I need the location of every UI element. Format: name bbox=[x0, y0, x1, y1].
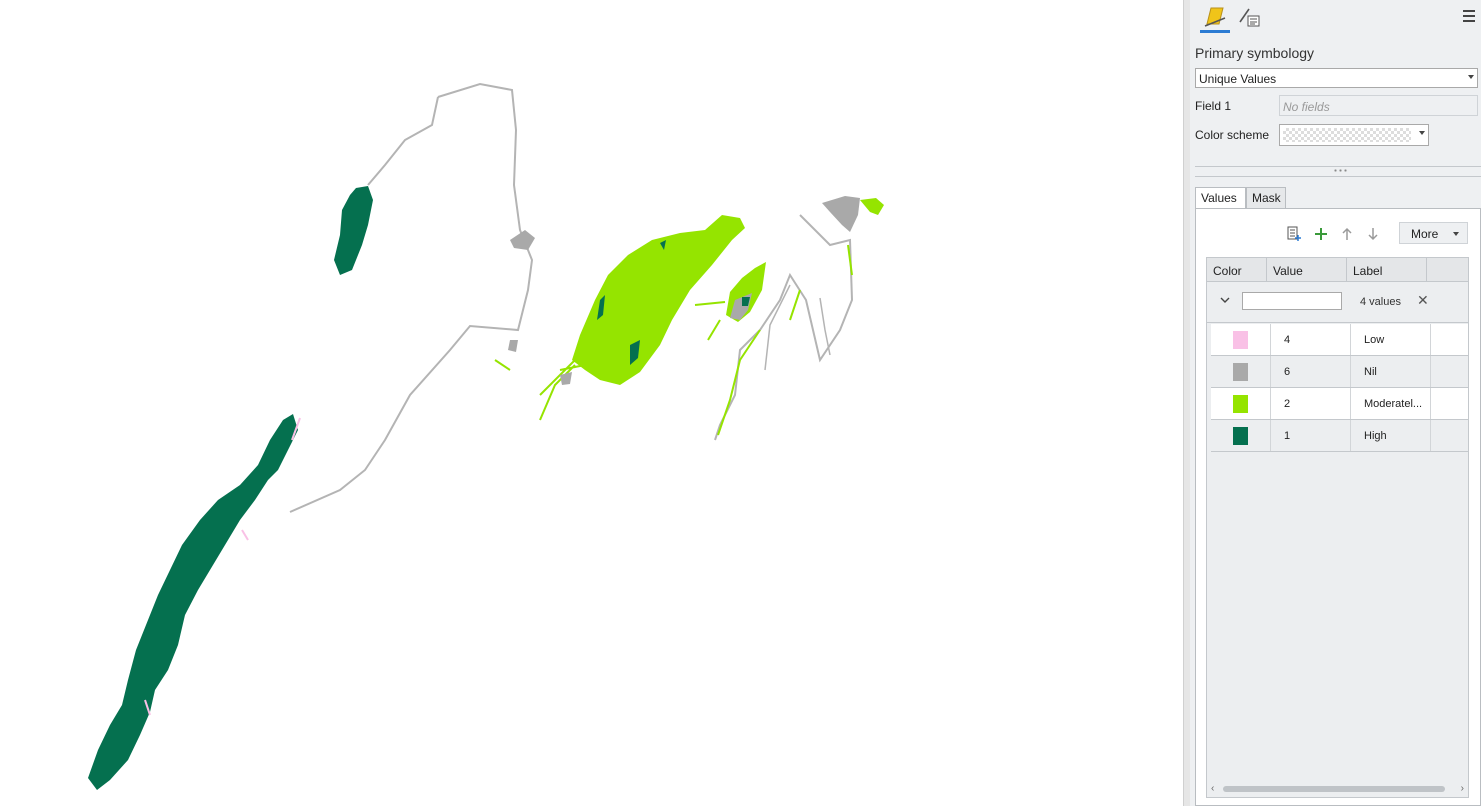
map-polygon-nil[interactable] bbox=[510, 230, 535, 250]
header-extra bbox=[1427, 258, 1468, 281]
row-label: High bbox=[1364, 430, 1387, 442]
tab-primary-symbology[interactable] bbox=[1200, 2, 1230, 33]
move-down-button[interactable] bbox=[1364, 225, 1382, 243]
renderer-value: Unique Values bbox=[1199, 72, 1277, 86]
color-swatch[interactable] bbox=[1233, 427, 1248, 445]
group-row: 4 values ✕ bbox=[1207, 282, 1468, 323]
chevron-down-icon[interactable] bbox=[1220, 296, 1230, 304]
map-polygon-moderate[interactable] bbox=[860, 198, 884, 215]
row-value: 2 bbox=[1284, 398, 1291, 410]
header-color[interactable]: Color bbox=[1207, 258, 1267, 281]
add-all-values-button[interactable] bbox=[1285, 225, 1303, 243]
map-polygon-high[interactable] bbox=[88, 414, 298, 790]
horizontal-scrollbar[interactable]: ‹ › bbox=[1207, 780, 1468, 797]
color-scheme-dropdown[interactable] bbox=[1279, 124, 1429, 146]
primary-symbology-title: Primary symbology bbox=[1195, 45, 1315, 61]
color-swatch[interactable] bbox=[1233, 363, 1248, 381]
row-value: 4 bbox=[1284, 334, 1291, 346]
chevron-down-icon bbox=[1419, 131, 1425, 135]
field1-input[interactable]: No fields bbox=[1279, 95, 1478, 116]
tab-vary-symbology[interactable] bbox=[1234, 2, 1264, 32]
section-divider-handle[interactable] bbox=[1195, 166, 1481, 177]
more-button-label: More bbox=[1411, 227, 1439, 241]
map-polygon-high[interactable] bbox=[334, 186, 373, 275]
boundary-line bbox=[367, 96, 439, 186]
row-label: Low bbox=[1364, 334, 1385, 346]
color-swatch[interactable] bbox=[1233, 395, 1248, 413]
map-view[interactable] bbox=[0, 0, 1183, 806]
close-icon[interactable]: ✕ bbox=[1417, 292, 1429, 309]
map-polygon-nil[interactable] bbox=[822, 196, 860, 232]
add-value-icon bbox=[1315, 228, 1327, 240]
renderer-dropdown[interactable]: Unique Values bbox=[1195, 68, 1478, 88]
row-label: Moderatel... bbox=[1364, 398, 1423, 410]
values-panel: More Color Value Label 4 values ✕ 4 Low … bbox=[1195, 208, 1481, 806]
grid-header: Color Value Label bbox=[1207, 258, 1468, 282]
tab-mask[interactable]: Mask bbox=[1246, 187, 1286, 208]
boundary-line bbox=[289, 82, 534, 513]
move-up-button[interactable] bbox=[1338, 225, 1356, 243]
primary-symbology-icon bbox=[1204, 7, 1226, 27]
row-label: Nil bbox=[1364, 366, 1377, 378]
vary-symbology-icon bbox=[1239, 8, 1260, 27]
color-scheme-swatch bbox=[1283, 128, 1411, 142]
header-value[interactable]: Value bbox=[1267, 258, 1347, 281]
symbology-pane: Primary symbology Unique Values Field 1 … bbox=[1190, 0, 1481, 806]
boundary-line bbox=[714, 214, 854, 441]
values-grid: Color Value Label 4 values ✕ 4 Low 6 Nil… bbox=[1206, 257, 1469, 798]
table-row[interactable]: 2 Moderatel... bbox=[1211, 388, 1468, 420]
map-polygon-nil[interactable] bbox=[508, 340, 518, 352]
map-canvas[interactable] bbox=[0, 0, 1183, 806]
field1-label: Field 1 bbox=[1195, 99, 1232, 113]
table-row[interactable]: 1 High bbox=[1211, 420, 1468, 452]
scrollbar-thumb[interactable] bbox=[1223, 786, 1445, 792]
row-value: 6 bbox=[1284, 366, 1291, 378]
more-button[interactable]: More bbox=[1399, 222, 1468, 244]
scroll-left-icon[interactable]: ‹ bbox=[1211, 783, 1214, 794]
chevron-down-icon bbox=[1468, 75, 1474, 79]
color-scheme-label: Color scheme bbox=[1195, 128, 1270, 142]
header-label[interactable]: Label bbox=[1347, 258, 1427, 281]
chevron-down-icon bbox=[1453, 232, 1459, 236]
scroll-right-icon[interactable]: › bbox=[1461, 783, 1464, 794]
add-all-values-icon bbox=[1287, 226, 1301, 241]
add-value-button[interactable] bbox=[1312, 225, 1330, 243]
group-value-count: 4 values bbox=[1360, 296, 1401, 308]
group-heading-input[interactable] bbox=[1242, 292, 1342, 310]
row-value: 1 bbox=[1284, 430, 1291, 442]
table-row[interactable]: 6 Nil bbox=[1211, 356, 1468, 388]
hamburger-menu-icon[interactable] bbox=[1463, 10, 1475, 22]
move-down-icon bbox=[1368, 228, 1378, 241]
field1-placeholder: No fields bbox=[1283, 100, 1330, 114]
map-polygon-moderate[interactable] bbox=[572, 215, 745, 385]
color-swatch[interactable] bbox=[1233, 331, 1248, 349]
move-up-icon bbox=[1342, 227, 1352, 240]
tab-values[interactable]: Values bbox=[1195, 187, 1246, 208]
table-row[interactable]: 4 Low bbox=[1211, 324, 1468, 356]
grip-dots-icon bbox=[1333, 169, 1347, 172]
